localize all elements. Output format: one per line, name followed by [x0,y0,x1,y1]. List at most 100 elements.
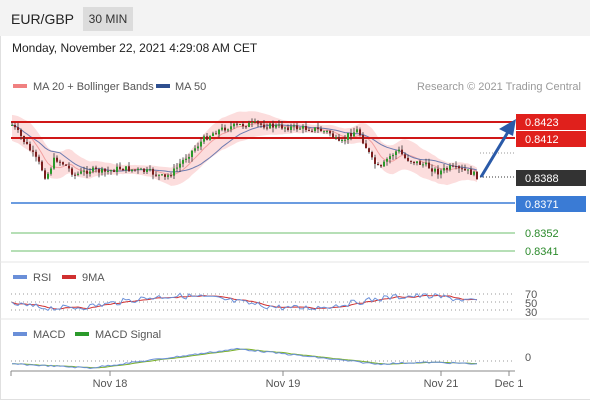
candle-body [260,123,262,125]
candle-body [293,125,295,127]
candle-body [185,158,187,160]
candle-body [407,157,409,161]
candle-body [155,174,157,176]
candle-body [476,171,478,180]
candle-body [224,127,226,131]
candle-body [101,168,103,173]
candle-body [470,169,472,175]
candle-body [353,132,355,137]
candle-body [371,152,373,158]
candle-body [23,135,25,142]
candle-body [74,174,76,176]
candle-body [401,149,403,155]
chart-svg: MA 20 + Bollinger Bands MA 50 Research ©… [0,81,589,390]
candle-body [176,167,178,169]
candle-body [83,170,85,172]
candle-body [62,162,64,165]
candle-body [440,170,442,175]
candle-body [14,124,16,128]
macd-legend-swatch [13,332,27,336]
credit-text: Research © 2021 Trading Central [417,81,581,93]
candle-body [11,124,13,126]
candle-body [374,157,376,164]
candle-body [68,165,70,169]
candle-body [458,166,460,169]
chart-widget: EUR/GBP 30 MIN Monday, November 22, 2021… [0,0,590,400]
candle-body [110,170,112,172]
candle-body [245,126,247,128]
candle-body [80,171,82,174]
candle-body [236,123,238,125]
candle-body [281,124,283,129]
rsi-level-label-30: 30 [525,307,537,319]
candle-body [251,121,253,123]
candle-body [116,166,118,172]
candle-body [263,124,265,128]
x-label-nov19: Nov 19 [266,378,301,390]
candle-body [425,162,427,165]
candle-body [182,159,184,164]
candle-body [356,129,358,133]
candle-body [368,148,370,153]
candle-body [389,156,391,159]
candle-body [422,164,424,166]
candle-body [35,151,37,157]
candle-body [98,169,100,173]
candle-body [296,125,298,130]
candle-body [248,122,250,128]
candle-body [395,151,397,156]
candle-body [164,174,166,177]
legend-label-ma50: MA 50 [175,81,206,93]
candle-body [323,131,325,133]
candle-body [140,168,142,170]
candle-body [266,127,268,129]
candle-body [299,128,301,130]
candle-body [461,168,463,170]
candle-body [386,158,388,162]
candle-body [272,123,274,128]
rsi-legend-label: RSI [33,272,51,284]
candle-body [302,126,304,129]
candle-body [134,169,136,171]
candle-body [332,133,334,138]
candle-body [89,171,91,174]
candle-body [311,130,313,132]
candle-body [86,170,88,174]
candle-body [443,168,445,171]
candle-body [317,127,319,129]
candle-body [119,166,121,169]
candle-body [71,168,73,175]
legend-swatch-ma50 [156,84,170,88]
candle-body [59,161,61,163]
x-label-nov18: Nov 18 [93,378,128,390]
candle-body [338,137,340,141]
candle-body [173,168,175,176]
candle-body [92,167,94,172]
candle-body [212,133,214,137]
candle-body [380,165,382,167]
candle-body [20,129,22,136]
candle-body [152,169,154,175]
candle-body [329,131,331,134]
candle-body [191,150,193,157]
macd-zero-label: 0 [525,352,531,364]
candle-body [179,163,181,168]
candle-body [257,121,259,124]
candle-body [269,123,271,129]
candle-body [29,143,31,151]
candle-body [95,167,97,170]
candle-body [146,169,148,172]
candle-body [194,148,196,151]
candle-body [254,121,256,123]
candle-body [197,146,199,149]
level-label-r1: 0.8423 [525,117,559,129]
candle-body [38,156,40,162]
candle-body [137,168,139,170]
candle-body [341,140,343,142]
candle-body [41,161,43,171]
candle-body [131,169,133,172]
candle-body [56,157,58,162]
candle-body [26,141,28,144]
candle-body [278,124,280,126]
candle-body [209,136,211,140]
